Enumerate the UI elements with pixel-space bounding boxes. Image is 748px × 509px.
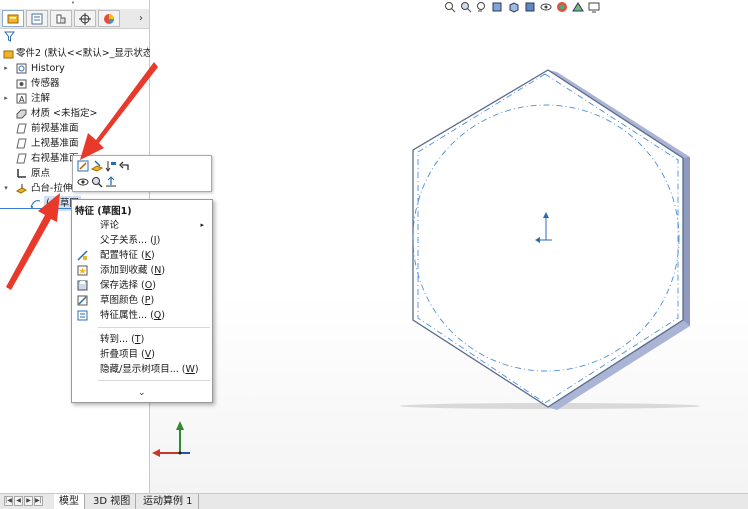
tree-item-label: History	[31, 63, 65, 74]
context-toolbar	[72, 155, 212, 192]
filter-icon[interactable]	[4, 31, 15, 42]
next-tab-button[interactable]: ▶	[24, 496, 33, 506]
tree-item-label: 传感器	[31, 78, 60, 89]
tree-item-label: 注解	[31, 93, 51, 104]
tab-more-button[interactable]: ›	[135, 10, 147, 27]
hexagon-right-face	[683, 157, 690, 326]
menu-item-label: 转到... (T)	[100, 334, 145, 345]
configuration-manager-icon	[56, 14, 66, 23]
tree-item-label: 凸台-拉伸	[31, 183, 73, 194]
tree-item-annotations[interactable]: ▸ A 注解	[0, 91, 149, 106]
tree-item-top-plane[interactable]: 上视基准面	[0, 136, 149, 151]
menu-item-save-selection[interactable]: 保存选择 (O)	[72, 278, 212, 293]
menu-item-label: 隐藏/显示树项目... (W)	[100, 364, 199, 375]
previous-tab-button[interactable]: ◀	[14, 496, 23, 506]
menu-item-feature-properties[interactable]: 特征属性... (Q)	[72, 308, 212, 323]
configure-feature-icon	[77, 250, 88, 261]
plane-icon	[16, 138, 27, 149]
menu-item-label: 草图颜色 (P)	[100, 295, 155, 306]
menu-item-go-to[interactable]: 转到... (T)	[72, 332, 212, 347]
submenu-arrow-icon: ▸	[200, 221, 204, 229]
selection-underline	[0, 208, 72, 209]
tree-item-sensors[interactable]: 传感器	[0, 76, 149, 91]
rollback-icon[interactable]	[105, 160, 117, 172]
tab-3d-view[interactable]: 3D 视图	[88, 494, 137, 509]
svg-text:A: A	[19, 95, 25, 104]
favorite-icon	[77, 265, 88, 276]
tree-item-material[interactable]: 材质 <未指定>	[0, 106, 149, 121]
reference-triad	[152, 421, 190, 457]
expander-icon[interactable]: ▸	[2, 61, 10, 76]
hide-show-icon[interactable]	[77, 176, 89, 188]
expand-menu-icon[interactable]: ⌄	[138, 388, 146, 398]
dimxpert-icon	[79, 12, 91, 25]
menu-item-label: 配置特征 (K)	[100, 250, 155, 261]
tab-model[interactable]: 模型	[54, 494, 85, 509]
plane-icon	[16, 153, 27, 164]
menu-item-label: 特征属性... (Q)	[100, 310, 165, 321]
sensor-icon	[16, 79, 27, 89]
tab-feature-manager[interactable]	[2, 10, 24, 27]
expander-icon[interactable]: ▾	[2, 181, 10, 196]
undo-icon[interactable]	[119, 160, 131, 172]
tab-property-manager[interactable]	[26, 10, 48, 27]
extrude-icon	[16, 184, 27, 194]
panel-tab-bar: ›	[0, 9, 149, 29]
normal-to-icon[interactable]	[105, 176, 117, 188]
tree-item-label: 原点	[31, 168, 51, 179]
menu-item-sketch-color[interactable]: 草图颜色 (P)	[72, 293, 212, 308]
filter-row	[0, 29, 149, 45]
menu-item-add-favorite[interactable]: 添加到收藏 (N)	[72, 263, 212, 278]
bottom-tab-bar: |◀ ◀ ▶ ▶| 模型 3D 视图 运动算例 1	[0, 493, 748, 509]
material-icon	[16, 109, 27, 119]
menu-item-label: 父子关系... (J)	[100, 235, 161, 246]
menu-item-parent-child[interactable]: 父子关系... (J)	[72, 233, 212, 248]
tree-item-label: 上视基准面	[31, 138, 79, 149]
tab-configuration-manager[interactable]	[50, 10, 72, 27]
tree-item-front-plane[interactable]: 前视基准面	[0, 121, 149, 136]
part-label: 零件2 (默认<<默认>_显示状态	[16, 48, 153, 59]
menu-item-configure-feature[interactable]: 配置特征 (K)	[72, 248, 212, 263]
part-icon	[3, 50, 14, 59]
tree-root-part[interactable]: 零件2 (默认<<默认>_显示状态	[0, 46, 153, 61]
context-menu: 特征 (草图1) 评论 ▸ 父子关系... (J) 配置特征 (K) 添加到收藏…	[71, 199, 213, 403]
plane-icon	[16, 123, 27, 134]
feature-properties-icon	[77, 310, 88, 321]
tree-item-history[interactable]: ▸ History	[0, 61, 149, 76]
edit-sketch-icon[interactable]	[77, 160, 89, 172]
menu-item-label: 评论	[100, 220, 120, 231]
annotation-icon: A	[16, 93, 27, 104]
sketch-color-icon	[77, 295, 88, 306]
tab-dim-xpert[interactable]	[74, 10, 96, 27]
property-manager-icon	[31, 13, 43, 24]
display-manager-icon	[104, 13, 114, 24]
tree-item-label: 前视基准面	[31, 123, 79, 134]
panel-grip[interactable]: •	[70, 0, 76, 7]
menu-item-collapse-items[interactable]: 折叠项目 (V)	[72, 347, 212, 362]
history-icon	[16, 63, 27, 74]
menu-item-hide-show-tree-items[interactable]: 隐藏/显示树项目... (W)	[72, 362, 212, 377]
expander-icon[interactable]: ▸	[2, 91, 10, 106]
hexagon-front-face	[412, 69, 684, 408]
graphics-area[interactable]	[150, 0, 748, 493]
zoom-to-selection-icon[interactable]	[91, 176, 103, 188]
menu-item-comment[interactable]: 评论 ▸	[72, 218, 212, 233]
tab-motion-study[interactable]: 运动算例 1	[138, 494, 199, 509]
last-tab-button[interactable]: ▶|	[34, 496, 43, 506]
menu-separator	[98, 327, 210, 328]
menu-item-label: 添加到收藏 (N)	[100, 265, 166, 276]
save-selection-icon	[77, 280, 88, 291]
feature-manager-icon	[7, 14, 19, 23]
menu-item-label: 折叠项目 (V)	[100, 349, 155, 360]
edit-feature-icon[interactable]	[91, 160, 103, 172]
menu-item-label: 保存选择 (O)	[100, 280, 156, 291]
tab-display-manager[interactable]	[98, 10, 120, 27]
context-menu-title: 特征 (草图1)	[75, 206, 132, 217]
menu-separator	[98, 380, 210, 381]
tree-item-label: 材质 <未指定>	[31, 108, 98, 119]
first-tab-button[interactable]: |◀	[4, 496, 13, 506]
origin-icon	[17, 169, 26, 178]
model-canvas	[152, 69, 700, 457]
